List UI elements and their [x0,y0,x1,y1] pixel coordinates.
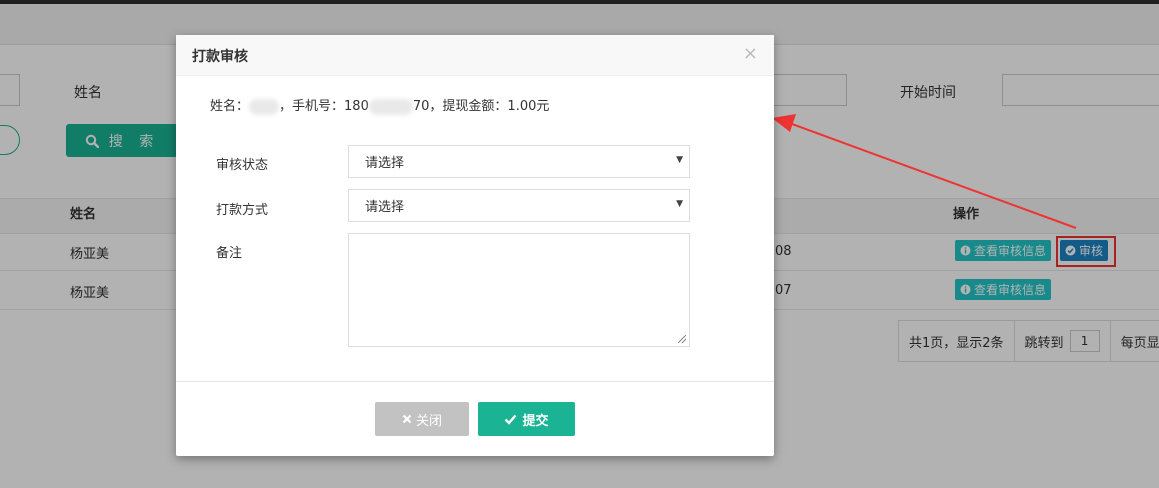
remark-textarea[interactable] [348,233,690,347]
dialog-title: 打款审核 [192,49,248,65]
page: 姓名 开始时间 搜 索 姓名 操作 杨亚美 08 查看审核信息 审核 杨亚美 0… [0,0,1159,488]
dialog-header: 打款审核 × [176,35,774,76]
close-button-label: 关闭 [415,413,442,429]
times-icon [402,414,412,424]
chevron-down-icon: ▼ [676,155,683,165]
chevron-down-icon: ▼ [676,199,683,209]
submit-button-label: 提交 [522,413,549,429]
resize-handle-icon[interactable] [678,335,686,343]
audit-status-label: 审核状态 [216,158,269,173]
close-button[interactable]: 关闭 [375,402,469,436]
redacted-name [249,98,280,115]
info-amount-value: 1.00元 [507,99,550,114]
dialog-close-icon[interactable]: × [743,43,758,64]
check-icon [505,414,517,425]
dialog-footer-divider [176,381,774,382]
info-phone-label: ，手机号： [279,99,345,114]
info-phone-suffix: 70 [412,99,430,114]
info-name-label: 姓名： [210,99,250,114]
applicant-info: 姓名： ，手机号：180 70，提现金额：1.00元 [210,95,549,115]
redacted-phone [368,98,413,115]
submit-button[interactable]: 提交 [478,402,575,436]
payment-method-value: 请选择 [365,200,405,215]
payment-method-select[interactable]: 请选择 ▼ [348,189,690,222]
info-phone-prefix: 180 [344,99,369,114]
info-amount-label: ，提现金额： [429,99,508,114]
payment-method-label: 打款方式 [216,203,269,218]
audit-status-value: 请选择 [365,156,405,171]
remark-label: 备注 [216,246,243,261]
audit-status-select[interactable]: 请选择 ▼ [348,145,690,178]
payment-audit-dialog: 打款审核 × 姓名： ，手机号：180 70，提现金额：1.00元 审核状态 请选择… [176,35,774,456]
